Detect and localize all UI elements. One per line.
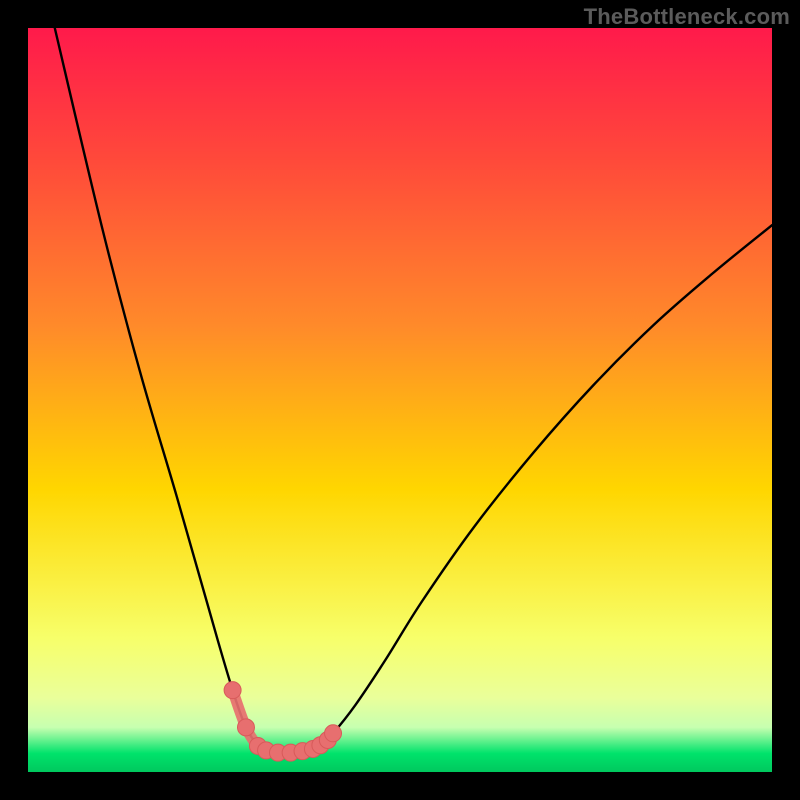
marker-point bbox=[224, 682, 241, 699]
marker-point bbox=[325, 725, 342, 742]
plot-area bbox=[28, 28, 772, 772]
bottleneck-curve bbox=[55, 28, 772, 753]
marker-point bbox=[237, 719, 254, 736]
curve-layer bbox=[28, 28, 772, 772]
chart-frame: TheBottleneck.com bbox=[0, 0, 800, 800]
watermark-text: TheBottleneck.com bbox=[584, 4, 790, 30]
